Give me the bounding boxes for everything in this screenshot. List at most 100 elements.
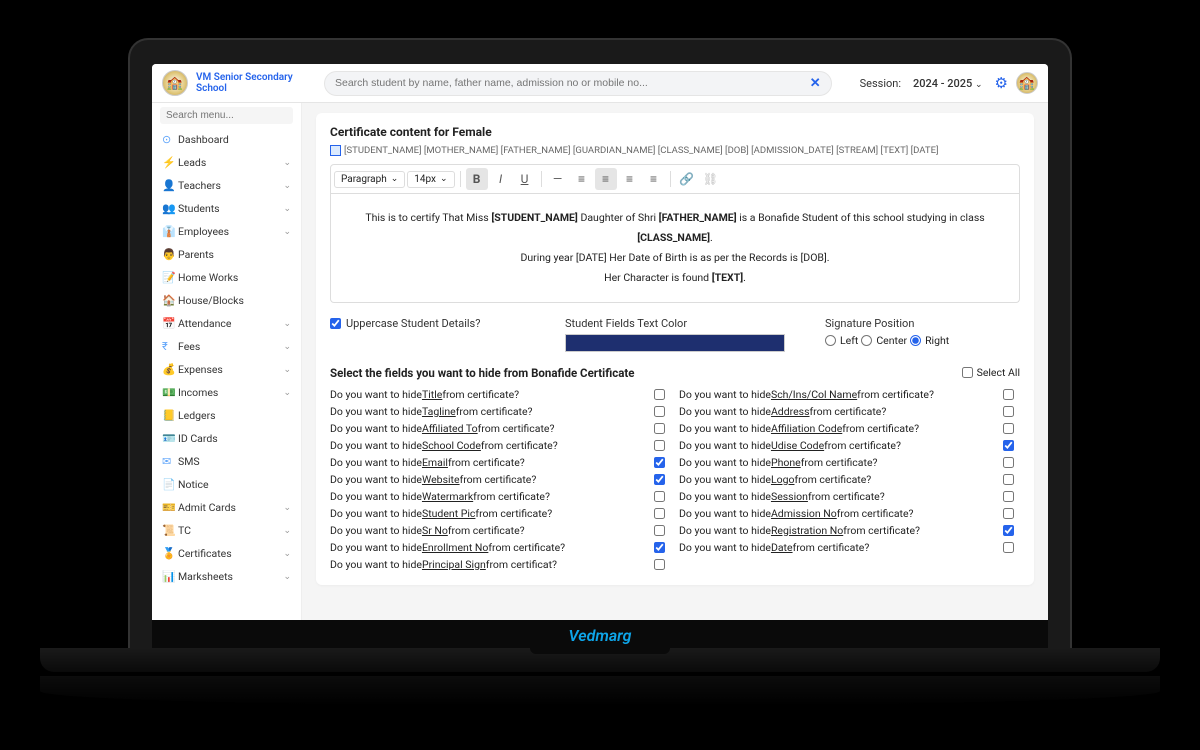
editor-content[interactable]: This is to certify That Miss [STUDENT_NA… bbox=[330, 194, 1020, 303]
align-justify-button[interactable]: ≡ bbox=[643, 168, 665, 190]
hide-phone-checkbox[interactable] bbox=[1003, 457, 1014, 468]
uppercase-checkbox[interactable] bbox=[330, 318, 341, 329]
sidebar-item-house-blocks[interactable]: 🏠House/Blocks bbox=[152, 289, 301, 312]
sidebar-item-expenses[interactable]: 💰Expenses⌄ bbox=[152, 358, 301, 381]
uppercase-toggle[interactable]: Uppercase Student Details? bbox=[330, 317, 525, 330]
strikethrough-button[interactable]: — bbox=[547, 168, 569, 190]
sig-right-radio[interactable] bbox=[910, 335, 921, 346]
sidebar-item-home-works[interactable]: 📝Home Works bbox=[152, 266, 301, 289]
menu-label: Dashboard bbox=[178, 133, 291, 146]
sidebar-item-dashboard[interactable]: ⊙Dashboard bbox=[152, 128, 301, 151]
fontsize-select[interactable]: 14px⌄ bbox=[407, 171, 454, 188]
app-root: 🏫 VM Senior Secondary School ✕ Session: … bbox=[152, 64, 1048, 650]
settings-icon[interactable]: ⚙ bbox=[995, 74, 1008, 92]
color-swatch[interactable] bbox=[565, 334, 785, 352]
bold-button[interactable]: B bbox=[466, 168, 488, 190]
hide-affcode-checkbox[interactable] bbox=[1003, 423, 1014, 434]
hide-address-checkbox[interactable] bbox=[1003, 406, 1014, 417]
menu-label: SMS bbox=[178, 455, 291, 468]
sidebar-item-fees[interactable]: ₹Fees⌄ bbox=[152, 335, 301, 358]
hide-studpic-checkbox[interactable] bbox=[654, 508, 665, 519]
certificate-card: Certificate content for Female [STUDENT_… bbox=[316, 113, 1034, 585]
hide-website-checkbox[interactable] bbox=[654, 474, 665, 485]
laptop-frame: 🏫 VM Senior Secondary School ✕ Session: … bbox=[130, 40, 1070, 650]
hide-affto-checkbox[interactable] bbox=[654, 423, 665, 434]
hide-watermark-checkbox[interactable] bbox=[654, 491, 665, 502]
hide-date-checkbox[interactable] bbox=[1003, 542, 1014, 553]
menu-icon: ⚡ bbox=[162, 156, 178, 169]
hide-tagline-checkbox[interactable] bbox=[654, 406, 665, 417]
underline-button[interactable]: U bbox=[514, 168, 536, 190]
hide-srno-checkbox[interactable] bbox=[654, 525, 665, 536]
menu-label: Parents bbox=[178, 248, 291, 261]
menu-icon: 📜 bbox=[162, 524, 178, 537]
italic-button[interactable]: I bbox=[490, 168, 512, 190]
menu-label: Employees bbox=[178, 225, 283, 238]
select-all-checkbox[interactable] bbox=[962, 367, 973, 378]
align-center-button[interactable]: ≡ bbox=[595, 168, 617, 190]
hide-studpic-label: Do you want to hide Student Pic from cer… bbox=[330, 505, 639, 522]
unlink-button[interactable]: ⛓ bbox=[700, 168, 722, 190]
link-button[interactable]: 🔗 bbox=[676, 168, 698, 190]
menu-icon: 💰 bbox=[162, 363, 178, 376]
sidebar-item-marksheets[interactable]: 📊Marksheets⌄ bbox=[152, 565, 301, 588]
chevron-down-icon: ⌄ bbox=[283, 158, 291, 168]
sidebar-item-attendance[interactable]: 📅Attendance⌄ bbox=[152, 312, 301, 335]
sidebar-item-tc[interactable]: 📜TC⌄ bbox=[152, 519, 301, 542]
hide-affcode-label: Do you want to hide Affiliation Code fro… bbox=[679, 420, 988, 437]
hide-logo-checkbox[interactable] bbox=[1003, 474, 1014, 485]
sig-left-radio[interactable] bbox=[825, 335, 836, 346]
align-right-button[interactable]: ≡ bbox=[619, 168, 641, 190]
hide-sch-checkbox[interactable] bbox=[1003, 389, 1014, 400]
paragraph-select[interactable]: Paragraph⌄ bbox=[334, 171, 405, 188]
menu-icon: 💵 bbox=[162, 386, 178, 399]
reflection bbox=[40, 676, 1160, 706]
sidebar-item-employees[interactable]: 👔Employees⌄ bbox=[152, 220, 301, 243]
search-clear-icon[interactable]: ✕ bbox=[810, 76, 821, 91]
menu-icon: 👔 bbox=[162, 225, 178, 238]
sidebar-item-parents[interactable]: 👨Parents bbox=[152, 243, 301, 266]
hide-session-checkbox[interactable] bbox=[1003, 491, 1014, 502]
hide-email-label: Do you want to hide Email from certifica… bbox=[330, 454, 639, 471]
hide-logo-label: Do you want to hide Logo from certificat… bbox=[679, 471, 988, 488]
hide-title-label: Do you want to hide Title from certifica… bbox=[330, 386, 639, 403]
editor-toolbar: Paragraph⌄ 14px⌄ B I U — ≡ ≡ ≡ ≡ bbox=[330, 164, 1020, 194]
hide-title-checkbox[interactable] bbox=[654, 389, 665, 400]
chevron-down-icon: ⌄ bbox=[283, 319, 291, 329]
school-logo: 🏫 bbox=[162, 70, 188, 96]
align-left-button[interactable]: ≡ bbox=[571, 168, 593, 190]
sidebar-item-certificates[interactable]: 🏅Certificates⌄ bbox=[152, 542, 301, 565]
hide-psign-checkbox[interactable] bbox=[654, 559, 665, 570]
hide-srno-label: Do you want to hide Sr No from certifica… bbox=[330, 522, 639, 539]
sidebar-item-admit-cards[interactable]: 🎫Admit Cards⌄ bbox=[152, 496, 301, 519]
sidebar-item-leads[interactable]: ⚡Leads⌄ bbox=[152, 151, 301, 174]
hide-regno-checkbox[interactable] bbox=[1003, 525, 1014, 536]
sidebar-item-sms[interactable]: ✉SMS bbox=[152, 450, 301, 473]
hide-enroll-checkbox[interactable] bbox=[654, 542, 665, 553]
chevron-down-icon: ⌄ bbox=[283, 181, 291, 191]
tag-square-icon[interactable] bbox=[330, 145, 341, 156]
select-all[interactable]: Select All bbox=[962, 366, 1020, 379]
menu-icon: 🏠 bbox=[162, 294, 178, 307]
user-avatar[interactable]: 🏫 bbox=[1016, 72, 1038, 94]
sidebar-item-id-cards[interactable]: 🪪ID Cards bbox=[152, 427, 301, 450]
menu-label: Marksheets bbox=[178, 570, 283, 583]
search-input[interactable] bbox=[335, 77, 810, 89]
sidebar-item-ledgers[interactable]: 📒Ledgers bbox=[152, 404, 301, 427]
sidebar-item-notice[interactable]: 📄Notice bbox=[152, 473, 301, 496]
chevron-down-icon: ⌄ bbox=[283, 549, 291, 559]
sidebar-menu: ⊙Dashboard⚡Leads⌄👤Teachers⌄👥Students⌄👔Em… bbox=[152, 128, 301, 650]
session-dropdown[interactable]: 2024 - 2025 ⌄ bbox=[913, 77, 983, 90]
menu-label: Notice bbox=[178, 478, 291, 491]
hide-udise-checkbox[interactable] bbox=[1003, 440, 1014, 451]
sidebar: ⊙Dashboard⚡Leads⌄👤Teachers⌄👥Students⌄👔Em… bbox=[152, 103, 302, 650]
sidebar-item-incomes[interactable]: 💵Incomes⌄ bbox=[152, 381, 301, 404]
hide-admno-checkbox[interactable] bbox=[1003, 508, 1014, 519]
hide-email-checkbox[interactable] bbox=[654, 457, 665, 468]
sidebar-item-teachers[interactable]: 👤Teachers⌄ bbox=[152, 174, 301, 197]
global-search[interactable]: ✕ bbox=[324, 71, 832, 96]
sig-center-radio[interactable] bbox=[861, 335, 872, 346]
sidebar-search-input[interactable] bbox=[160, 107, 293, 124]
sidebar-item-students[interactable]: 👥Students⌄ bbox=[152, 197, 301, 220]
hide-schcode-checkbox[interactable] bbox=[654, 440, 665, 451]
